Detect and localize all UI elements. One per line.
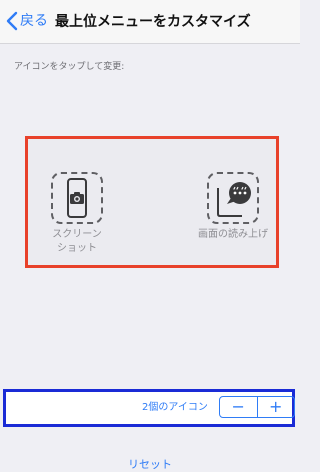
icon-slot-screenshot[interactable]: スクリーン ショット: [42, 172, 112, 256]
back-button[interactable]: 戻る: [6, 10, 48, 32]
icon-box: [51, 172, 103, 224]
speech-bubble-icon: [217, 182, 251, 217]
icon-label: 画面の読み上げ: [198, 229, 268, 240]
icon-label-line1: スクリーン: [52, 229, 102, 240]
increment-button[interactable]: +: [258, 397, 295, 417]
icon-label-line2: ショット: [57, 243, 97, 254]
navigation-bar: 戻る 最上位メニューをカスタマイズ: [0, 0, 300, 44]
camera-icon: [67, 178, 87, 218]
icon-count-stepper: − +: [219, 396, 295, 418]
section-label: アイコンをタップして変更:: [14, 62, 125, 72]
icon-count-label: 2個のアイコン: [142, 402, 208, 413]
chevron-left-icon: [6, 11, 18, 31]
icon-slot-speak-screen[interactable]: 画面の読み上げ: [188, 172, 278, 242]
back-button-label: 戻る: [20, 13, 48, 29]
icon-label: スクリーン ショット: [52, 228, 102, 256]
icon-count-bar: 2個のアイコン − +: [3, 389, 295, 427]
icon-panel: スクリーン ショット 画面の読み上げ: [25, 136, 279, 268]
page-title: 最上位メニューをカスタマイズ: [55, 14, 251, 30]
icon-box: [207, 172, 259, 224]
reset-button[interactable]: リセット: [0, 458, 300, 472]
decrement-button[interactable]: −: [220, 397, 257, 417]
